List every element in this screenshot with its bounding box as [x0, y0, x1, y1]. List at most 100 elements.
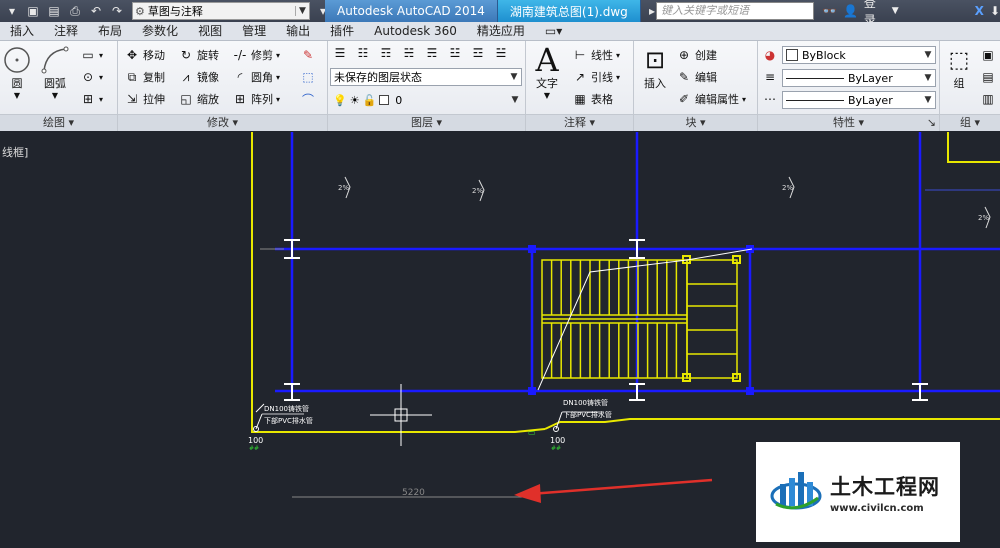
- move-button[interactable]: ✥ 移动: [124, 47, 165, 63]
- mirror-button[interactable]: ⩘ 镜像: [178, 69, 219, 85]
- stair-grips: [682, 255, 741, 382]
- workspace-dropdown[interactable]: ⚙ 草图与注释 ▼: [132, 2, 310, 20]
- title-tabs: Autodesk AutoCAD 2014 湖南建筑总图(1).dwg: [325, 0, 641, 22]
- edit-attributes-button[interactable]: ✐ 编辑属性 ▾: [676, 91, 746, 107]
- layer-previous-icon[interactable]: ☶: [378, 45, 394, 61]
- offset-button[interactable]: ⌒: [300, 91, 319, 107]
- tab-layout[interactable]: 布局: [88, 22, 132, 41]
- tab-parametric[interactable]: 参数化: [132, 22, 188, 41]
- group-select-button[interactable]: ▥: [980, 91, 999, 107]
- color-wheel-icon: ◕: [764, 48, 776, 62]
- grip[interactable]: [528, 387, 536, 395]
- linetype-line: [786, 77, 844, 79]
- document-tab[interactable]: 湖南建筑总图(1).dwg: [497, 0, 641, 22]
- lineweight-line: [786, 99, 844, 101]
- rectangle-button[interactable]: ▭ ▾: [80, 47, 103, 63]
- chevron-down-icon[interactable]: ▼: [892, 6, 899, 16]
- tab-annotate[interactable]: 注释: [44, 22, 88, 41]
- panel-annotation-title[interactable]: 注释 ▾: [526, 114, 633, 131]
- table-button[interactable]: ▦ 表格: [572, 91, 613, 107]
- tab-insert[interactable]: 插入: [0, 22, 44, 41]
- hatch-button[interactable]: ⊞ ▾: [80, 91, 103, 107]
- search-input[interactable]: 键入关键字或短语: [656, 2, 814, 20]
- edit-attributes-label: 编辑属性: [695, 93, 739, 106]
- drain-2: DN100铸铁管 下部PVC排水管 100 ## ▭: [528, 398, 612, 452]
- save-icon[interactable]: ▣: [24, 2, 42, 20]
- chevron-down-icon: ▼: [543, 91, 551, 100]
- layer-isolate-icon[interactable]: ☵: [401, 45, 417, 61]
- tab-autodesk360[interactable]: Autodesk 360: [364, 22, 467, 41]
- app-menu-icon[interactable]: ▾: [3, 2, 21, 20]
- linetype-icon-button[interactable]: ≡: [762, 69, 781, 85]
- arc-label: 圆弧: [44, 77, 66, 90]
- tab-plugins[interactable]: 插件: [320, 22, 364, 41]
- erase-button[interactable]: ✎: [300, 47, 319, 63]
- help-icon[interactable]: ⬇: [990, 4, 1000, 18]
- linear-dim-button[interactable]: ⊢ 线性 ▾: [572, 47, 620, 63]
- create-block-button[interactable]: ⊕ 创建: [676, 47, 717, 63]
- leader-button[interactable]: ↗ 引线 ▾: [572, 69, 620, 85]
- circle-label: 圆: [11, 77, 23, 90]
- insert-button[interactable]: ⊡ 插入: [640, 45, 670, 91]
- match-properties-button[interactable]: ◕: [762, 47, 781, 63]
- array-button[interactable]: ⊞ 阵列 ▾: [232, 91, 280, 107]
- group-button[interactable]: ⬚ 组: [944, 45, 974, 91]
- undo-icon[interactable]: ↶: [87, 2, 105, 20]
- tab-manage[interactable]: 管理: [232, 22, 276, 41]
- panel-block-title[interactable]: 块 ▾: [634, 114, 757, 131]
- linetype-dropdown[interactable]: ByLayer ▼: [782, 69, 936, 87]
- layer-tools-row: ☰ ☷ ☶ ☵ ☴ ☳ ☲ ☱: [332, 45, 512, 61]
- print-icon[interactable]: ⎙: [66, 2, 84, 20]
- tab-view[interactable]: 视图: [188, 22, 232, 41]
- color-dropdown[interactable]: ByBlock ▼: [782, 46, 936, 64]
- lineweight-dropdown[interactable]: ByLayer ▼: [782, 91, 936, 109]
- trim-button[interactable]: -/- 修剪 ▾: [232, 47, 280, 63]
- watermark-text: 土木工程网 www.civilcn.com: [830, 471, 940, 514]
- video-icon[interactable]: ▭▾: [535, 22, 572, 41]
- civilcn-logo-icon: [770, 472, 822, 510]
- lock-icon: 🔓: [362, 93, 377, 107]
- linear-label: 线性: [591, 49, 613, 62]
- drawing-canvas[interactable]: 线框] 2% 2% 2% 2% DN100铸铁管 下部PVC排水管 100 ##…: [0, 132, 1000, 548]
- layer-match-icon[interactable]: ☷: [355, 45, 371, 61]
- wall-outline-bottom: [544, 418, 1000, 430]
- chevron-down-icon: ▼: [295, 6, 309, 16]
- lineweight-icon-button[interactable]: ⋯: [762, 91, 781, 107]
- layer-state-dropdown[interactable]: 未保存的图层状态 ▼: [330, 68, 522, 86]
- tab-featured-apps[interactable]: 精选应用: [467, 22, 535, 41]
- arc-button[interactable]: 圆弧 ▼: [40, 45, 70, 100]
- stretch-button[interactable]: ⇲ 拉伸: [124, 91, 165, 107]
- rotate-button[interactable]: ↻ 旋转: [178, 47, 219, 63]
- redo-icon[interactable]: ↷: [108, 2, 126, 20]
- panel-draw-title[interactable]: 绘图 ▾: [0, 114, 117, 131]
- text-button[interactable]: A 文字 ▼: [532, 41, 562, 100]
- save-as-icon[interactable]: ▤: [45, 2, 63, 20]
- group-edit-button[interactable]: ▤: [980, 69, 999, 85]
- layer-properties-icon[interactable]: ☰: [332, 45, 348, 61]
- ellipse-button[interactable]: ⊙ ▾: [80, 69, 103, 85]
- layer-freeze-icon[interactable]: ☴: [424, 45, 440, 61]
- explode-button[interactable]: ⬚: [300, 69, 319, 85]
- layer-unlock-icon[interactable]: ☱: [493, 45, 509, 61]
- grip[interactable]: [746, 387, 754, 395]
- ellipse-icon: ⊙: [82, 70, 94, 84]
- panel-group-title[interactable]: 组 ▾: [940, 114, 1000, 131]
- scale-button[interactable]: ◱ 缩放: [178, 91, 219, 107]
- layer-lock-icon[interactable]: ☲: [470, 45, 486, 61]
- ungroup-button[interactable]: ▣: [980, 47, 999, 63]
- pipe-label: 下部PVC排水管: [264, 416, 313, 425]
- layer-off-icon[interactable]: ☳: [447, 45, 463, 61]
- fillet-button[interactable]: ◜ 圆角 ▾: [232, 69, 280, 85]
- user-icon[interactable]: 👤: [843, 4, 858, 18]
- layer-dropdown[interactable]: 💡 ☀ 🔓 0 ▼: [330, 91, 522, 109]
- edit-block-button[interactable]: ✎ 编辑: [676, 69, 717, 85]
- grip[interactable]: [528, 245, 536, 253]
- binoculars-icon[interactable]: 👓: [822, 4, 837, 18]
- panel-modify-title[interactable]: 修改 ▾: [118, 114, 327, 131]
- exchange-icon[interactable]: X: [975, 4, 984, 18]
- panel-layers-title[interactable]: 图层 ▾: [328, 114, 525, 131]
- copy-button[interactable]: ⧉ 复制: [124, 69, 165, 85]
- circle-button[interactable]: 圆 ▼: [2, 45, 32, 100]
- panel-properties-title[interactable]: 特性 ▾ ↘: [758, 114, 939, 131]
- tab-output[interactable]: 输出: [276, 22, 320, 41]
